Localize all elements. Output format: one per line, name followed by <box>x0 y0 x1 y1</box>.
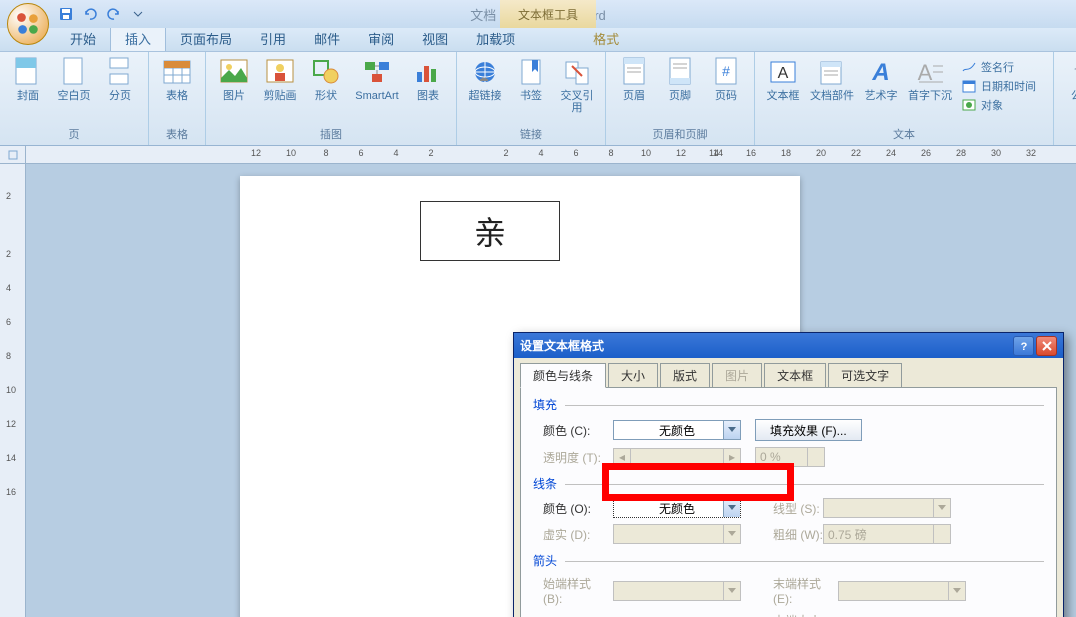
chevron-right-icon: ▸ <box>723 449 740 465</box>
crossref-button[interactable]: 交叉引用 <box>555 54 599 116</box>
line-dash-combo <box>613 524 741 544</box>
dialog-tab-alttext[interactable]: 可选文字 <box>828 363 902 387</box>
tab-review[interactable]: 审阅 <box>354 25 408 51</box>
format-textbox-dialog: 设置文本框格式 ? 颜色与线条 大小 版式 图片 文本框 可选文字 填充 颜色 … <box>513 332 1064 617</box>
object-icon <box>961 97 977 113</box>
line-weight-label: 粗细 (W): <box>763 526 823 543</box>
fill-color-label: 颜色 (C): <box>533 422 613 439</box>
group-links: 超链接 书签 交叉引用 链接 <box>457 52 606 145</box>
tab-addins[interactable]: 加载项 <box>462 25 529 51</box>
line-style-label: 线型 (S): <box>763 500 823 517</box>
pagenum-button[interactable]: #页码 <box>704 54 748 104</box>
cover-page-button[interactable]: 封面 <box>6 54 50 104</box>
dialog-tab-colors[interactable]: 颜色与线条 <box>520 363 606 388</box>
datetime-button[interactable]: 日期和时间 <box>957 77 1047 95</box>
textbox-button[interactable]: A文本框 <box>761 54 805 104</box>
page-break-button[interactable]: 分页 <box>98 54 142 104</box>
tab-layout[interactable]: 页面布局 <box>166 25 246 51</box>
fill-color-combo[interactable]: 无颜色 <box>613 420 741 440</box>
line-color-combo[interactable]: 无颜色 <box>613 498 741 518</box>
tab-mail[interactable]: 邮件 <box>300 25 354 51</box>
dialog-tab-size[interactable]: 大小 <box>608 363 658 387</box>
dialog-tab-layout[interactable]: 版式 <box>660 363 710 387</box>
picture-button[interactable]: 图片 <box>212 54 256 104</box>
svg-text:?: ? <box>1020 341 1027 352</box>
group-illustrations: 图片 剪贴画 形状 SmartArt 图表 插图 <box>206 52 457 145</box>
transparency-slider: ◂ ▸ <box>613 448 741 466</box>
fill-legend: 填充 <box>533 396 1044 413</box>
fill-effects-button[interactable]: 填充效果 (F)... <box>755 419 862 441</box>
dialog-title: 设置文本框格式 <box>520 337 1011 354</box>
begin-style-label: 始端样式 (B): <box>533 575 613 606</box>
smartart-button[interactable]: SmartArt <box>350 54 404 104</box>
table-button[interactable]: 表格 <box>155 54 199 104</box>
line-dash-label: 虚实 (D): <box>533 526 613 543</box>
end-size-label: 末端大小 (Z): <box>763 612 838 617</box>
chevron-down-icon <box>933 499 950 517</box>
group-pages: 封面 空白页 分页 页 <box>0 52 149 145</box>
footer-button[interactable]: 页脚 <box>658 54 702 104</box>
chart-button[interactable]: 图表 <box>406 54 450 104</box>
horizontal-ruler[interactable]: 12108642246810121414161820222426283032 <box>26 146 1076 164</box>
chevron-down-icon <box>723 525 740 543</box>
undo-icon[interactable] <box>79 4 101 24</box>
save-icon[interactable] <box>55 4 77 24</box>
transparency-label: 透明度 (T): <box>533 449 613 466</box>
svg-text:#: # <box>722 63 730 79</box>
arrows-legend: 箭头 <box>533 552 1044 569</box>
chevron-down-icon <box>723 499 740 517</box>
quickparts-button[interactable]: 文档部件 <box>807 54 857 104</box>
document-textbox[interactable]: 亲 <box>420 201 560 261</box>
begin-style-combo <box>613 581 741 601</box>
office-button[interactable] <box>7 3 49 45</box>
tab-format[interactable]: 格式 <box>579 25 633 51</box>
chevron-down-icon <box>723 421 740 439</box>
group-headerfooter: 页眉 页脚 #页码 页眉和页脚 <box>606 52 755 145</box>
line-weight-combo: 0.75 磅 <box>823 524 951 544</box>
line-style-combo <box>823 498 951 518</box>
end-style-combo <box>838 581 966 601</box>
contextual-tab-group: 文本框工具 <box>500 0 596 28</box>
end-style-label: 末端样式 (E): <box>763 575 838 606</box>
signature-icon <box>961 59 977 75</box>
clipart-button[interactable]: 剪贴画 <box>258 54 302 104</box>
redo-icon[interactable] <box>103 4 125 24</box>
svg-text:A: A <box>871 59 889 86</box>
equation-button[interactable]: π公式 <box>1060 54 1076 104</box>
shapes-button[interactable]: 形状 <box>304 54 348 104</box>
header-button[interactable]: 页眉 <box>612 54 656 104</box>
chevron-down-icon <box>933 525 950 543</box>
dialog-help-button[interactable]: ? <box>1013 336 1034 356</box>
dialog-tab-picture: 图片 <box>712 363 762 387</box>
object-button[interactable]: 对象 <box>957 96 1047 114</box>
dropcap-button[interactable]: A首字下沉 <box>905 54 955 104</box>
dialog-titlebar[interactable]: 设置文本框格式 ? <box>514 333 1063 358</box>
tab-references[interactable]: 引用 <box>246 25 300 51</box>
group-tables: 表格 表格 <box>149 52 206 145</box>
blank-page-button[interactable]: 空白页 <box>52 54 96 104</box>
ruler-corner[interactable] <box>0 146 26 164</box>
datetime-icon <box>961 78 977 94</box>
group-symbols: π公式 Ω符号 符号 <box>1054 52 1076 145</box>
vertical-ruler[interactable]: 2246810121416 <box>0 164 26 617</box>
line-color-label: 颜色 (O): <box>533 500 613 517</box>
svg-text:A: A <box>918 60 933 85</box>
svg-text:A: A <box>778 65 789 82</box>
wordart-button[interactable]: A艺术字 <box>859 54 903 104</box>
tab-view[interactable]: 视图 <box>408 25 462 51</box>
tab-insert[interactable]: 插入 <box>110 24 166 51</box>
chevron-down-icon <box>948 582 965 600</box>
bookmark-button[interactable]: 书签 <box>509 54 553 104</box>
chevron-left-icon: ◂ <box>614 449 631 465</box>
tab-home[interactable]: 开始 <box>56 25 110 51</box>
dialog-tab-textbox[interactable]: 文本框 <box>764 363 826 387</box>
line-legend: 线条 <box>533 475 1044 492</box>
qat-customize-icon[interactable] <box>127 4 149 24</box>
group-text: A文本框 文档部件 A艺术字 A首字下沉 签名行 日期和时间 对象 文本 <box>755 52 1054 145</box>
transparency-value: 0 % <box>755 447 825 467</box>
dialog-close-button[interactable] <box>1036 336 1057 356</box>
chevron-down-icon <box>723 582 740 600</box>
hyperlink-button[interactable]: 超链接 <box>463 54 507 104</box>
signature-button[interactable]: 签名行 <box>957 58 1047 76</box>
